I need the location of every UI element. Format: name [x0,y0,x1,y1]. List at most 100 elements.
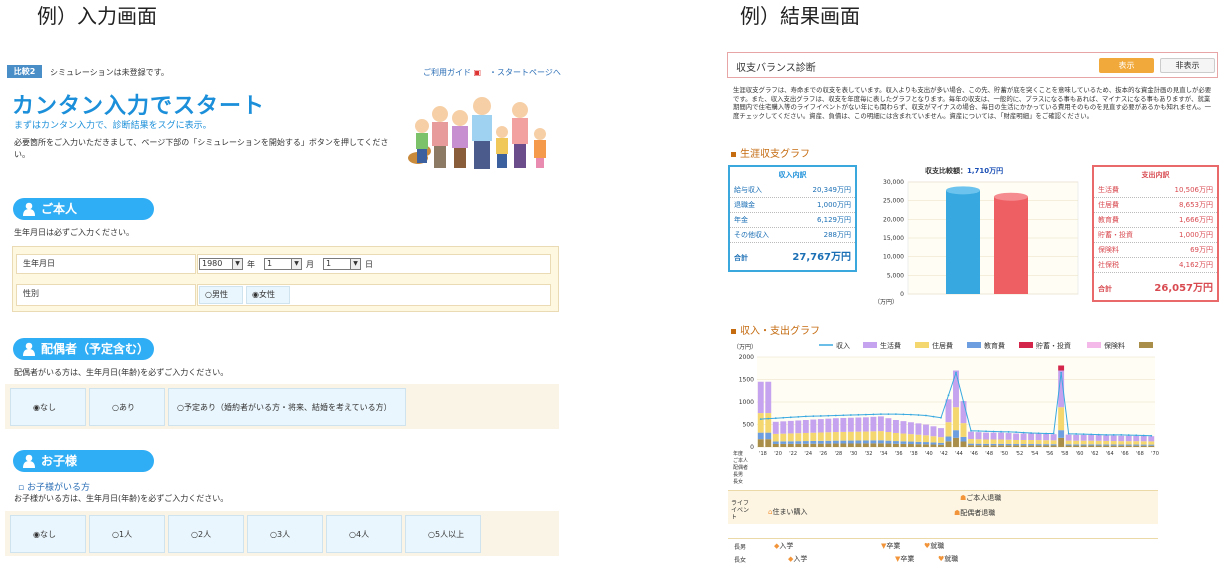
income-point [804,415,807,418]
daughter-graduate-label: 卒業 [900,555,915,563]
income-point [1082,433,1085,436]
expense-bar-segment [1133,435,1140,442]
income-point [1150,434,1153,437]
expense-bar-segment [1043,433,1050,441]
income-point [872,413,875,416]
spouse-heading: 配偶者（予定含む） [13,338,154,360]
hide-button[interactable]: 非表示 [1160,58,1215,73]
birth-month-select[interactable]: 1 ▼ [264,258,302,270]
expense-bar-segment [1148,441,1155,445]
expense-row-value: 10,506万円 [1174,186,1214,194]
daughter-label: 長女 [734,557,747,564]
children-2-option[interactable]: ○2人 [168,515,244,553]
spouse-form: ◉なし ○あり ○予定あり（婚約者がいる方・将来、結婚を考えている方） [5,384,559,429]
income-breakdown: 収入内訳 給与収入 20,349万円 退職金 1,000万円 年金 6,129万円 その他収… [728,165,857,272]
income-point [1090,433,1093,436]
income-point [1052,432,1055,435]
expense-bar-segment [1020,433,1027,440]
expense-bar-segment [953,370,959,408]
expense-bar-segment [862,443,869,447]
chevron-down-icon: ▼ [291,259,301,269]
expense-bar-segment [907,422,914,435]
children-5plus-option[interactable]: ○5人以上 [405,515,481,553]
expense-bar-segment [1088,445,1095,447]
gender-female-option[interactable]: ◉女性 [246,286,290,304]
x-tick-label: '22 [789,451,797,457]
expense-bar-segment [907,444,914,447]
expense-bar-segment [1028,439,1035,445]
income-total-label: 合計 [734,254,748,262]
event-house: ⌂住まい購入 [768,507,807,517]
x-tick-label: '62 [1091,451,1099,457]
expense-bar-segment [810,419,817,433]
children-3-option[interactable]: ○3人 [247,515,323,553]
expense-bar-segment [787,443,794,447]
x-tick-label: '18 [759,451,767,457]
expense-bar-segment [1125,444,1132,446]
son-graduate-label: 卒業 [886,542,901,550]
expense-bar-segment [1133,444,1140,446]
expense-bar-segment [1073,444,1080,446]
income-point [932,415,935,418]
expense-bar-segment [840,443,847,447]
expense-bar-segment [915,423,922,435]
age-row-label: 長男 [733,472,743,478]
expense-bar-segment [832,418,839,433]
expense-bar-segment [787,433,794,442]
birth-day-select[interactable]: 1 ▼ [323,258,361,270]
expense-bar-segment [765,439,772,447]
expense-bar-segment [900,433,907,442]
guide-link[interactable]: ご利用ガイド ▣ [423,67,481,78]
children-4-option[interactable]: ○4人 [326,515,402,553]
x-tick-label: '44 [955,451,963,457]
income-point [1030,432,1032,434]
children-none-option[interactable]: ◉なし [10,515,86,553]
expense-bar-segment [772,441,779,444]
expense-bar-segment [968,445,974,447]
income-point [985,430,987,433]
expense-bar-segment [825,418,832,433]
gender-male-option[interactable]: ○男性 [199,286,243,304]
x-tick-label: '54 [1031,451,1039,457]
expense-bar-segment [795,433,802,442]
income-row-value: 6,129万円 [816,216,851,224]
birth-year-select[interactable]: 1980 ▼ [199,258,243,270]
show-button[interactable]: 表示 [1099,58,1154,73]
y-tick-label: 500 [743,422,755,429]
expense-bar-segment [1095,440,1102,445]
x-tick-label: '68 [1136,451,1144,457]
children-heading-label: お子様 [41,454,78,468]
x-tick-label: '60 [1076,451,1084,457]
expense-bar-segment [1080,445,1087,447]
start-page-link[interactable]: ・スタートページへ [489,67,561,78]
expense-bar-segment [802,443,809,447]
x-tick-label: '36 [895,451,903,457]
expense-bar-segment [802,441,809,444]
expense-bar-segment [975,445,982,447]
x-tick-label: '52 [1015,451,1023,457]
expense-bar-segment [1110,445,1117,447]
x-tick-label: '56 [1046,451,1054,457]
expense-bar-segment [968,443,974,446]
expense-bar-segment [983,443,989,446]
balance-description: 生涯収支グラフは、寿命までの収支を表しています。収入よりも支出が多い場合、この先… [733,86,1212,120]
spouse-none-option[interactable]: ◉なし [10,388,86,426]
income-point [1007,431,1010,433]
income-point [1135,434,1138,437]
life-events-row: ライフイベント ⌂住まい購入 ☗ご本人退職 ☗配偶者退職 [728,490,1158,524]
expense-bar-segment [892,432,899,442]
expense-row: 社保税 4,162万円 [1094,258,1217,273]
expense-bar-segment [1125,445,1132,447]
bar-cap [946,186,980,195]
expense-bar-segment [885,443,892,447]
expense-breakdown: 支出内訳 生活費 10,506万円 住居費 8,653万円 教育費 1,666万円 貯蓄・投… [1092,165,1219,302]
income-point [917,414,920,416]
income-point [880,413,882,416]
children-1-option[interactable]: ○1人 [89,515,165,553]
spouse-yes-option[interactable]: ○あり [89,388,165,426]
expense-bar-segment [870,431,877,441]
age-row-label: ご本人 [733,457,748,464]
spouse-planned-option[interactable]: ○予定あり（婚約者がいる方・将来、結婚を考えている方） [168,388,406,426]
expense-row: 住居費 8,653万円 [1094,198,1217,213]
income-point [827,414,830,417]
